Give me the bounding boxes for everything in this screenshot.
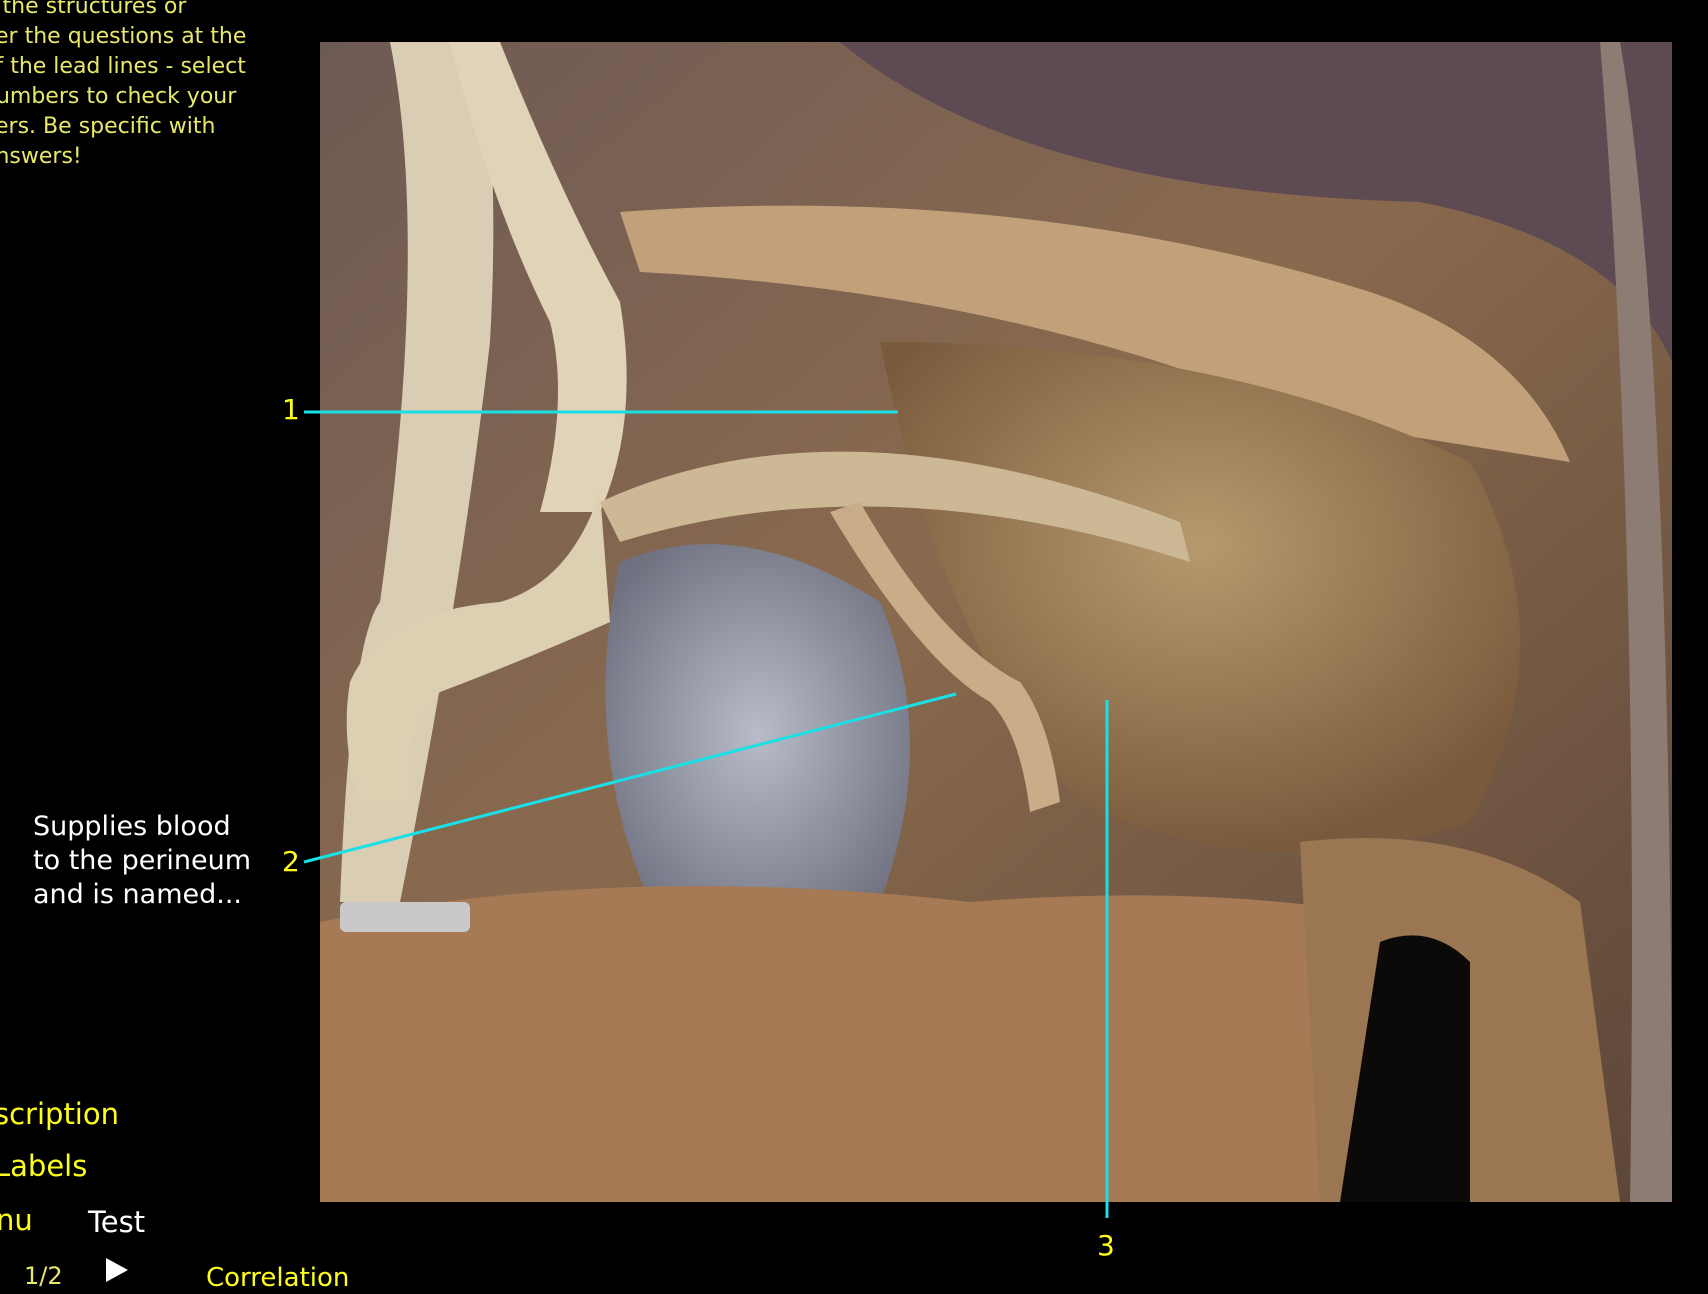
dissection-photo — [320, 42, 1672, 1202]
labels-link[interactable]: Labels — [0, 1150, 87, 1182]
label-3[interactable]: 3 — [1097, 1232, 1115, 1260]
test-link[interactable]: Test — [88, 1206, 145, 1238]
page-indicator: 1/2 — [24, 1262, 63, 1290]
next-arrow-icon[interactable] — [106, 1258, 128, 1282]
instructions-text: e the structures or ver the questions at… — [0, 0, 247, 169]
label-2[interactable]: 2 — [282, 848, 300, 876]
description-link[interactable]: scription — [0, 1098, 119, 1130]
correlation-link[interactable]: Correlation — [206, 1262, 349, 1294]
question-text: Supplies blood to the perineum and is na… — [33, 811, 252, 910]
menu-link[interactable]: nu — [0, 1204, 33, 1236]
label-1[interactable]: 1 — [282, 396, 300, 424]
